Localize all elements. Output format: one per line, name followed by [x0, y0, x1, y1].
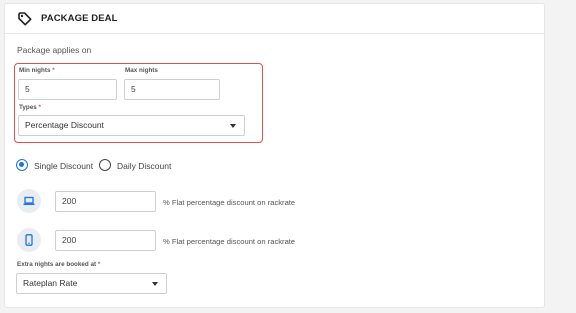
- chevron-down-icon: [152, 282, 158, 286]
- tag-icon: [18, 12, 32, 26]
- max-nights-label: Max nights: [125, 67, 158, 74]
- single-discount-radio[interactable]: [16, 159, 28, 171]
- applies-on-label: Package applies on: [17, 45, 92, 55]
- min-nights-label: Min nights *: [19, 67, 55, 74]
- desktop-icon-badge: [17, 189, 41, 213]
- card-title: PACKAGE DEAL: [41, 13, 118, 24]
- mobile-discount-suffix: % Flat percentage discount on rackrate: [163, 237, 296, 246]
- daily-discount-label[interactable]: Daily Discount: [117, 161, 171, 171]
- extra-nights-selected-value: Rateplan Rate: [23, 278, 78, 288]
- mobile-discount-input[interactable]: 200: [55, 230, 156, 251]
- package-deal-card: PACKAGE DEAL Package applies on Min nigh…: [4, 3, 545, 308]
- chevron-down-icon: [230, 124, 236, 128]
- daily-discount-radio[interactable]: [99, 159, 111, 171]
- card-header: PACKAGE DEAL: [5, 4, 544, 34]
- min-nights-input[interactable]: 5: [18, 79, 117, 100]
- desktop-discount-input[interactable]: 200: [55, 191, 156, 212]
- desktop-discount-suffix: % Flat percentage discount on rackrate: [163, 198, 296, 207]
- types-selected-value: Percentage Discount: [25, 120, 104, 130]
- max-nights-input[interactable]: 5: [124, 79, 220, 100]
- extra-nights-select[interactable]: Rateplan Rate: [16, 273, 167, 294]
- types-label: Types *: [19, 104, 41, 111]
- mobile-icon-badge: [17, 228, 41, 252]
- single-discount-label[interactable]: Single Discount: [34, 161, 93, 171]
- types-select[interactable]: Percentage Discount: [18, 115, 245, 136]
- extra-nights-label: Extra nights are booked at *: [17, 261, 101, 268]
